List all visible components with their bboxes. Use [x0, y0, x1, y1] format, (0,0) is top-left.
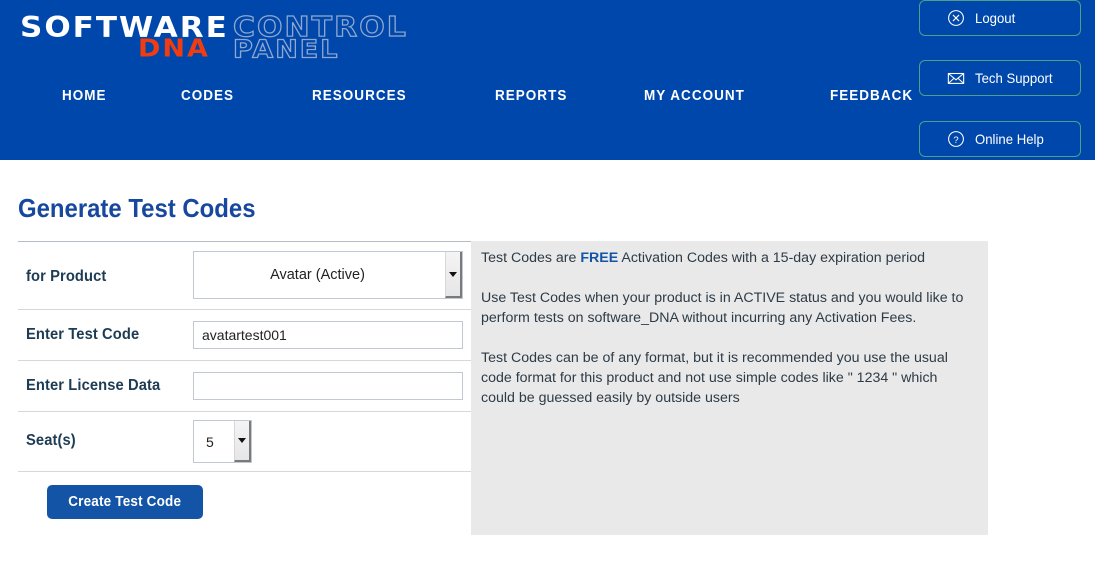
product-select-arrow-button[interactable] [445, 252, 462, 298]
site-header: SOFTWARE DNA CONTROL PANEL HOME CODES RE… [0, 0, 1095, 160]
info-p1-after: Activation Codes with a 15-day expiratio… [618, 250, 926, 266]
chevron-down-icon [449, 271, 457, 277]
svg-text:?: ? [953, 135, 958, 146]
info-panel: Test Codes are FREE Activation Codes wit… [471, 241, 988, 535]
info-paragraph-1: Test Codes are FREE Activation Codes wit… [481, 248, 970, 268]
form-row-seats: Seat(s) 5 [18, 412, 471, 472]
logo-text-dna: DNA [138, 34, 210, 63]
nav-item-codes[interactable]: CODES [181, 88, 234, 104]
nav-item-my-account[interactable]: MY ACCOUNT [644, 88, 745, 104]
form-row-license-data: Enter License Data [18, 361, 471, 412]
test-code-input[interactable] [193, 321, 463, 349]
product-select-value: Avatar (Active) [270, 267, 365, 283]
info-paragraph-3: Test Codes can be of any format, but it … [481, 350, 948, 406]
test-code-label: Enter Test Code [26, 326, 140, 343]
form-row-product: for Product Avatar (Active) [18, 242, 471, 310]
info-paragraph-2: Use Test Codes when your product is in A… [481, 290, 964, 326]
nav-item-resources[interactable]: RESOURCES [312, 88, 407, 104]
online-help-button-label: Online Help [975, 131, 1044, 147]
tech-support-button-label: Tech Support [975, 70, 1053, 86]
circle-x-icon [948, 10, 964, 26]
envelope-icon [947, 72, 965, 84]
seats-label: Seat(s) [26, 432, 76, 449]
generate-test-codes-form: for Product Avatar (Active) Enter Test C… [18, 241, 471, 532]
logout-button[interactable]: Logout [919, 0, 1081, 36]
license-data-input[interactable] [193, 372, 463, 400]
seats-select-value: 5 [206, 433, 214, 450]
chevron-down-icon [238, 438, 246, 443]
seats-select[interactable]: 5 [193, 420, 252, 463]
product-select[interactable]: Avatar (Active) [193, 251, 463, 299]
nav-item-feedback[interactable]: FEEDBACK [830, 88, 913, 104]
online-help-button[interactable]: ? Online Help [919, 121, 1081, 157]
logout-button-label: Logout [975, 10, 1016, 26]
tech-support-button[interactable]: Tech Support [919, 60, 1081, 96]
product-label: for Product [26, 268, 107, 285]
create-test-code-button[interactable]: Create Test Code [47, 485, 203, 519]
circle-question-icon: ? [948, 131, 964, 147]
info-p1-free-emphasis: FREE [580, 250, 619, 266]
form-row-submit: Create Test Code [18, 472, 471, 532]
seats-select-arrow-button[interactable] [234, 421, 251, 462]
form-row-test-code: Enter Test Code [18, 310, 471, 361]
page-title: Generate Test Codes [18, 193, 256, 224]
main-navigation: HOME CODES RESOURCES REPORTS MY ACCOUNT … [62, 88, 919, 104]
nav-item-home[interactable]: HOME [62, 88, 107, 104]
nav-item-reports[interactable]: REPORTS [495, 88, 567, 104]
create-test-code-button-label: Create Test Code [68, 494, 182, 510]
license-data-label: Enter License Data [26, 377, 161, 394]
site-logo[interactable]: SOFTWARE DNA CONTROL PANEL [20, 8, 406, 65]
logo-text-panel: PANEL [232, 35, 340, 65]
info-p1-before: Test Codes are [481, 250, 581, 266]
